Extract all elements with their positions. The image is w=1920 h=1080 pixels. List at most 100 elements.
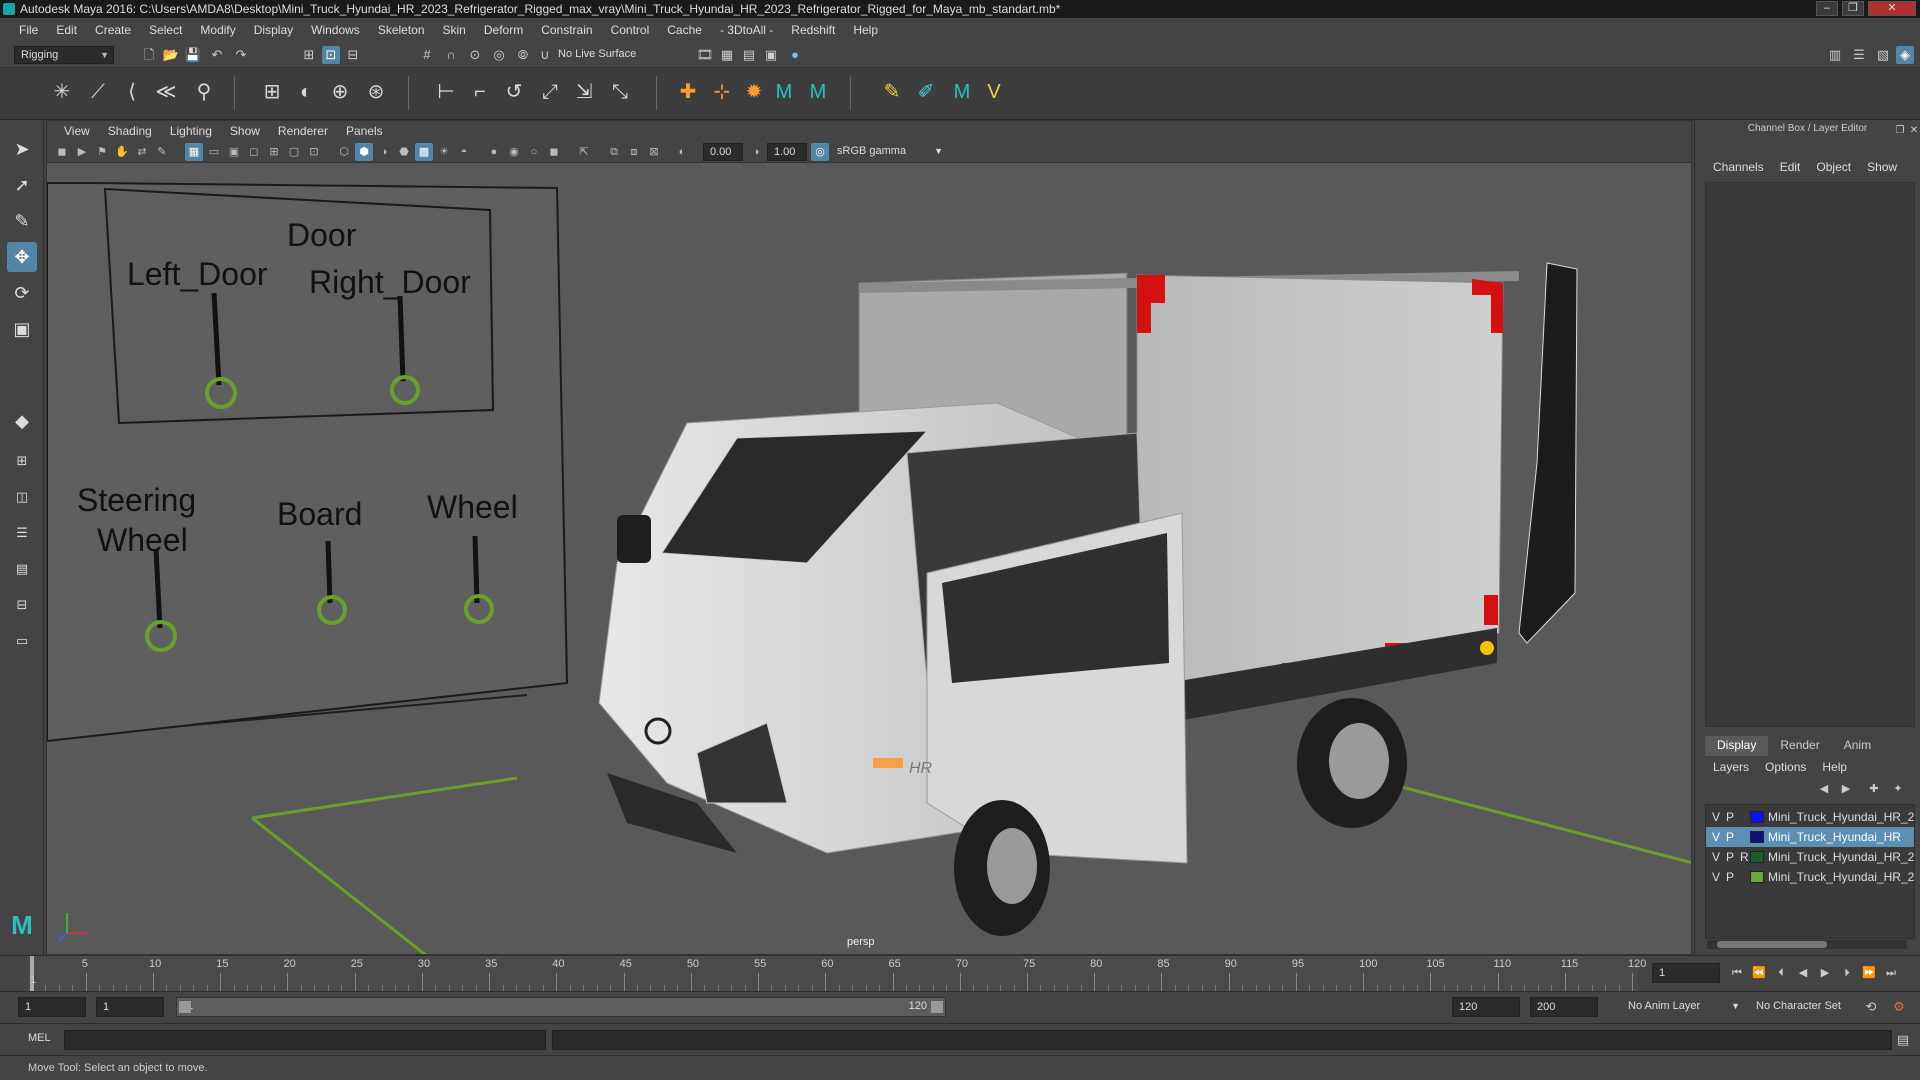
2d-pan-zoom-icon[interactable]: ⇄ [133,143,151,161]
paint-weights-icon[interactable]: ✎ [878,78,906,106]
four-view-layout-icon[interactable]: ⊞ [7,446,37,476]
layer-row[interactable]: V P Mini_Truck_Hyundai_HR_2023 [1706,867,1914,887]
ik-spline-icon[interactable]: ⟨ [118,78,146,106]
aim-constraint-icon[interactable]: ⇲ [570,78,598,106]
layer-visibility-toggle[interactable]: V [1712,807,1720,827]
range-end-handle[interactable] [931,1001,943,1013]
auto-key-icon[interactable]: ⟲ [1862,998,1880,1016]
step-back-key-icon[interactable]: ⏪ [1750,964,1768,982]
xray-icon[interactable]: ⧉ [605,143,623,161]
lattice-icon[interactable]: ⊞ [258,78,286,106]
command-input[interactable] [64,1030,546,1050]
custom-layout-icon[interactable]: ▭ [7,626,37,656]
animation-preferences-icon[interactable]: ⚙ [1890,998,1908,1016]
point-constraint-icon[interactable]: ⌐ [466,78,494,106]
step-back-frame-icon[interactable]: ⏴ [1772,964,1790,982]
cluster-icon[interactable]: ◐ [292,78,320,106]
maya-logo-shelf-icon-3[interactable]: M [948,78,976,106]
use-all-lights-icon[interactable]: ☀ [435,143,453,161]
grid-toggle-icon[interactable]: ▦ [185,143,203,161]
render-current-icon[interactable]: ▦ [718,46,736,64]
v-tool-icon[interactable]: V [980,78,1008,106]
control-board[interactable] [47,182,569,743]
maya-logo-shelf-icon[interactable]: M [770,78,798,106]
layer-playback-toggle[interactable]: P [1726,827,1734,847]
tab-display[interactable]: Display [1705,736,1769,756]
default-lighting-icon[interactable]: ◑ [375,143,393,161]
single-perspective-layout-icon[interactable]: ◆ [7,406,37,436]
paint-select-icon[interactable]: ✎ [7,206,37,236]
move-layer-up-icon[interactable]: ◀ [1815,780,1833,798]
le-menu-layers[interactable]: Layers [1705,760,1757,774]
cb-menu-channels[interactable]: Channels [1705,160,1772,174]
viewport-menu-shading[interactable]: Shading [99,124,161,138]
scale-tool-icon[interactable]: ▣ [7,314,37,344]
joint-tool-icon[interactable]: ✳ [48,78,76,106]
hypershade-layout-icon[interactable]: ⊟ [7,590,37,620]
cb-menu-object[interactable]: Object [1808,160,1859,174]
menu-modify[interactable]: Modify [191,23,244,37]
viewport-menu-show[interactable]: Show [221,124,269,138]
outliner-layout-icon[interactable]: ☰ [7,518,37,548]
redo-icon[interactable]: ↷ [232,46,250,64]
wrap-icon[interactable]: ⊕ [326,78,354,106]
camera-select-icon[interactable]: ◼ [53,143,71,161]
select-component-icon[interactable]: ⊟ [344,46,362,64]
cb-menu-show[interactable]: Show [1859,160,1905,174]
channel-box-area[interactable] [1705,182,1915,727]
layer-playback-toggle[interactable]: P [1726,847,1734,867]
maximize-button[interactable]: ❐ [1842,1,1864,16]
range-start-handle[interactable] [179,1001,191,1013]
step-forward-key-icon[interactable]: ⏩ [1860,964,1878,982]
locator-icon[interactable]: ✚ [674,78,702,106]
safe-action-icon[interactable]: ▢ [285,143,303,161]
go-to-start-icon[interactable]: ⏮ [1728,964,1746,982]
scale-constraint-icon[interactable]: ⤢ [536,78,564,106]
rotate-tool-icon[interactable]: ⟳ [7,278,37,308]
snap-live-icon[interactable]: ⦾ [514,46,532,64]
start-time-field[interactable]: 1 [18,997,86,1017]
scrollbar-thumb[interactable] [1717,941,1827,948]
channel-box-toggle-icon[interactable]: ◈ [1896,46,1914,64]
pole-vector-icon[interactable]: ⤡ [606,78,634,106]
safe-title-icon[interactable]: ⊡ [305,143,323,161]
modeling-toolkit-icon[interactable]: ▧ [1874,46,1892,64]
multisample-aa-icon[interactable]: ○ [525,143,543,161]
end-time-field[interactable]: 200 [1530,997,1598,1017]
select-object-icon[interactable]: ⊡ [322,46,340,64]
menu-create[interactable]: Create [86,23,140,37]
textured-icon[interactable]: ▩ [415,143,433,161]
minimize-button[interactable]: ‒ [1816,1,1838,16]
layer-row[interactable]: V P Mini_Truck_Hyundai_HR [1706,827,1914,847]
star-locator-icon[interactable]: ✹ [740,78,768,106]
camera-attributes-icon[interactable]: ▶ [73,143,91,161]
save-scene-icon[interactable]: 💾 [184,46,202,64]
layer-color-swatch[interactable] [1750,851,1764,863]
smooth-shade-icon[interactable]: ⬢ [355,143,373,161]
shadows-icon[interactable]: ◓ [455,143,473,161]
layer-playback-toggle[interactable]: P [1726,867,1734,887]
tool-settings-icon[interactable]: ☰ [1850,46,1868,64]
color-management-icon[interactable]: ◎ [811,143,829,161]
move-layer-down-icon[interactable]: ▶ [1837,780,1855,798]
layer-display-type[interactable]: R [1740,847,1749,867]
snap-grid-icon[interactable]: # [418,46,436,64]
film-gate-icon[interactable]: ▭ [205,143,223,161]
attribute-editor-icon[interactable]: ▥ [1826,46,1844,64]
isolate-select-icon[interactable]: ⇱ [575,143,593,161]
hypershade-icon[interactable]: ● [786,46,804,64]
new-layer-icon[interactable]: ✚ [1865,780,1883,798]
image-plane-icon[interactable]: ✋ [113,143,131,161]
color-space-dropdown[interactable]: sRGB gamma ▼ [831,143,947,161]
close-button[interactable]: ✕ [1868,1,1916,16]
select-tool-icon[interactable]: ➤ [7,134,37,164]
grease-pencil-icon[interactable]: ✎ [153,143,171,161]
cb-menu-edit[interactable]: Edit [1772,160,1809,174]
play-backwards-icon[interactable]: ◀ [1794,964,1812,982]
le-menu-help[interactable]: Help [1814,760,1855,774]
tab-anim[interactable]: Anim [1832,736,1883,756]
le-menu-options[interactable]: Options [1757,760,1814,774]
wire-icon[interactable]: ⊛ [362,78,390,106]
close-panel-icon[interactable]: ✕ [1905,122,1920,140]
layer-visibility-toggle[interactable]: V [1712,847,1720,867]
